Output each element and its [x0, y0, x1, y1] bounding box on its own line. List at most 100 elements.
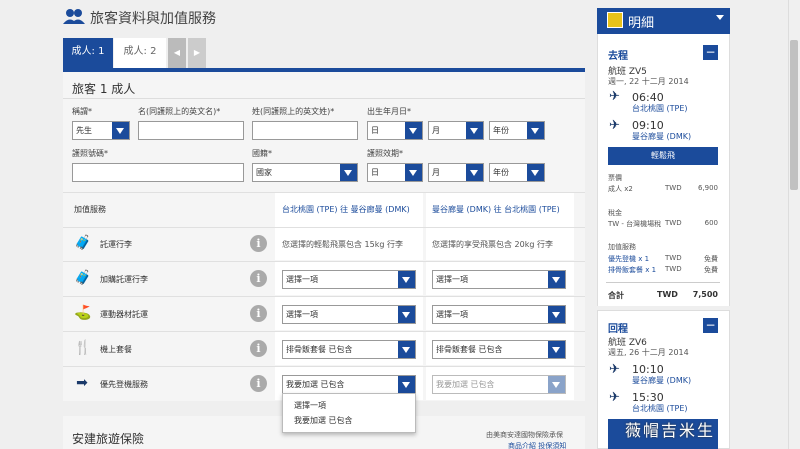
- title-label: 稱謂*: [72, 107, 92, 116]
- chevron-down-icon: [405, 122, 422, 139]
- dob-day-value: 日: [371, 126, 379, 135]
- title-select[interactable]: 先生: [72, 121, 130, 140]
- chevron-down-icon: [405, 164, 422, 181]
- addon-currency: TWD: [665, 254, 682, 262]
- chevron-down-icon: [527, 122, 544, 139]
- priority-dropdown-menu: [282, 393, 416, 433]
- takeoff-icon: ✈: [609, 89, 620, 104]
- tab-prev-button[interactable]: ◀: [168, 38, 186, 68]
- fare-type-button[interactable]: 輕鬆飛: [608, 147, 718, 165]
- outbound-date: 週一, 22 十二月 2014: [608, 77, 689, 86]
- outbound-dep-airport: 台北桃園 (TPE): [632, 104, 688, 113]
- tax-amount: 600: [704, 219, 718, 227]
- title-value: 先生: [76, 126, 92, 135]
- surname-label: 姓(同護照上的英文姓)*: [252, 107, 335, 116]
- page-title: 旅客資料與加值服務: [90, 11, 216, 27]
- landing-icon: ✈: [609, 118, 620, 133]
- chevron-down-icon: [398, 271, 415, 288]
- sports-select-1[interactable]: 選擇一項: [282, 305, 416, 324]
- extra-baggage-select-1[interactable]: 選擇一項: [282, 270, 416, 289]
- fare-label: 票價: [608, 174, 622, 182]
- select-value: 我要加選 已包含: [286, 380, 345, 389]
- chevron-down-icon: [466, 164, 483, 181]
- nationality-value: 國家: [256, 168, 272, 177]
- priority-select-1[interactable]: 我要加選 已包含: [282, 375, 416, 394]
- outbound-arr-airport: 曼谷廊曼 (DMK): [632, 132, 692, 141]
- chevron-down-icon: [527, 164, 544, 181]
- return-minus-button[interactable]: −: [703, 318, 718, 333]
- select-value: 選擇一項: [286, 310, 318, 319]
- extra-baggage-select-2[interactable]: 選擇一項: [432, 270, 566, 289]
- services-header-label: 加值服務: [74, 205, 106, 214]
- dob-year-value: 年份: [493, 126, 509, 135]
- info-icon[interactable]: i: [250, 270, 267, 287]
- takeoff-icon: ✈: [609, 362, 620, 377]
- select-value: 我要加選 已包含: [436, 380, 495, 389]
- addon-currency: TWD: [665, 265, 682, 273]
- dropdown-option[interactable]: 我要加選 已包含: [294, 415, 353, 426]
- surname-input[interactable]: [252, 121, 358, 140]
- scrollbar-thumb[interactable]: [790, 40, 798, 190]
- tax-currency: TWD: [665, 219, 682, 227]
- tax-item: TW - 台灣機場稅: [608, 220, 662, 228]
- nationality-label: 國籍*: [252, 149, 272, 158]
- dob-month-value: 月: [432, 126, 440, 135]
- dob-month-select[interactable]: 月: [428, 121, 484, 140]
- expiry-year-value: 年份: [493, 168, 509, 177]
- passport-input[interactable]: [72, 163, 244, 182]
- info-icon[interactable]: i: [250, 305, 267, 322]
- meal-select-2[interactable]: 排骨飯套餐 已包含: [432, 340, 566, 359]
- golf-bag-icon: ⛳: [74, 305, 92, 321]
- given-name-input[interactable]: [138, 121, 244, 140]
- select-value: 選擇一項: [436, 310, 468, 319]
- select-value: 排骨飯套餐 已包含: [436, 345, 503, 354]
- insurance-title: 安建旅遊保險: [72, 432, 145, 446]
- addon-amount: 免費: [704, 255, 718, 263]
- info-icon[interactable]: i: [250, 375, 267, 392]
- info-icon[interactable]: i: [250, 235, 267, 252]
- expiry-month-select[interactable]: 月: [428, 163, 484, 182]
- return-dep-airport: 曼谷廊曼 (DMK): [632, 376, 692, 385]
- tax-label: 稅金: [608, 209, 622, 217]
- tab-adult-2[interactable]: 成人: 2: [114, 38, 166, 68]
- dob-day-select[interactable]: 日: [367, 121, 423, 140]
- service-name: 運動器材託運: [100, 310, 148, 319]
- expiry-year-select[interactable]: 年份: [489, 163, 545, 182]
- insurance-links[interactable]: 商品介紹 投保須知: [508, 441, 566, 449]
- chevron-down-icon: [548, 341, 565, 358]
- chevron-down-icon: [398, 306, 415, 323]
- dob-year-select[interactable]: 年份: [489, 121, 545, 140]
- arrow-right-icon: ➡: [76, 375, 88, 391]
- select-value: 選擇一項: [286, 275, 318, 284]
- summary-title: 明細: [628, 16, 655, 31]
- luggage-icon: 🧳: [74, 235, 92, 251]
- meal-select-1[interactable]: 排骨飯套餐 已包含: [282, 340, 416, 359]
- divider: [63, 98, 585, 99]
- expiry-label: 護照效期*: [367, 149, 403, 158]
- chevron-down-icon: [548, 376, 565, 393]
- nationality-select[interactable]: 國家: [252, 163, 358, 182]
- chevron-down-icon: [548, 306, 565, 323]
- baggage-included-1: 您選擇的輕鬆飛票包含 15kg 行李: [282, 240, 403, 249]
- tab-adult-1[interactable]: 成人: 1: [63, 38, 113, 68]
- dropdown-option[interactable]: 選擇一項: [294, 400, 326, 411]
- addon-amount: 免費: [704, 266, 718, 274]
- info-icon[interactable]: i: [250, 340, 267, 357]
- addon-label: 加值服務: [608, 243, 636, 251]
- outbound-minus-button[interactable]: −: [703, 45, 718, 60]
- header-users-icon: [63, 8, 85, 24]
- chevron-down-icon: [398, 341, 415, 358]
- edit-note-icon: [607, 12, 623, 28]
- service-name: 加購託運行李: [100, 275, 148, 284]
- fare-pax: 成人 x2: [608, 185, 633, 193]
- watermark: 薇帽吉米生: [625, 421, 716, 440]
- select-value: 排骨飯套餐 已包含: [286, 345, 353, 354]
- priority-select-2[interactable]: 我要加選 已包含: [432, 375, 566, 394]
- return-date: 週五, 26 十二月 2014: [608, 348, 689, 357]
- tab-next-button[interactable]: ▶: [188, 38, 206, 68]
- expiry-day-select[interactable]: 日: [367, 163, 423, 182]
- sports-select-2[interactable]: 選擇一項: [432, 305, 566, 324]
- insurance-note: 由美商安達國物保險承保: [486, 431, 563, 439]
- collapse-icon[interactable]: [716, 15, 724, 20]
- service-name: 託運行李: [100, 240, 132, 249]
